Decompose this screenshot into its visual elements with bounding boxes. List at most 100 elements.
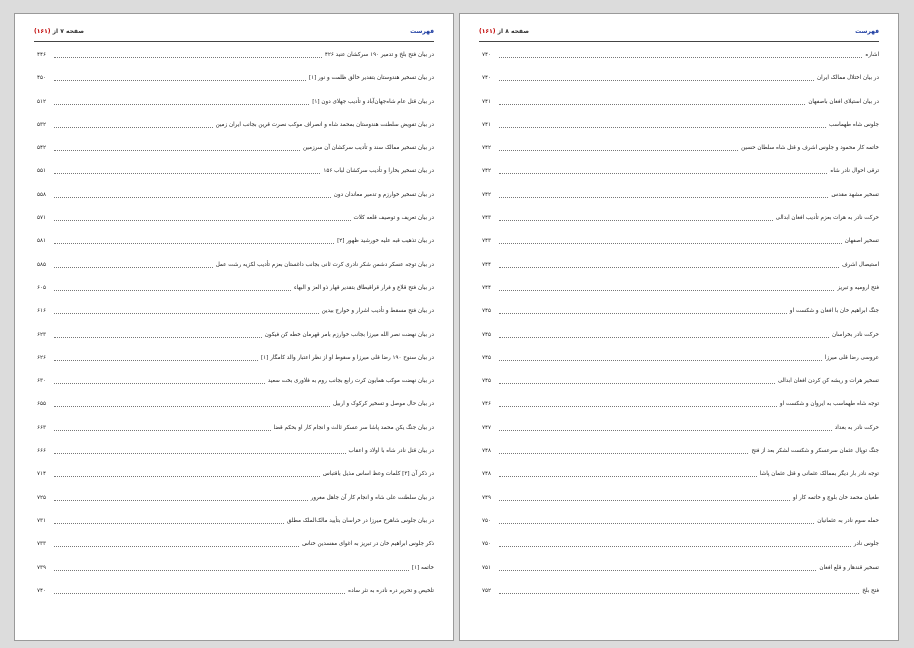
- toc-entry[interactable]: تسخیر اصفهان ۷۴۳: [482, 237, 879, 260]
- toc-entry[interactable]: در بیان جلوس شاهرخ میرزا در خراسان بتأیی…: [37, 517, 434, 540]
- toc-entry-title[interactable]: در بیان نهضت موکب همایون کرت رابع بجانب …: [268, 377, 434, 385]
- toc-entry-title[interactable]: در بیان نهضت نصر الله میرزا بجانب خوارزم…: [265, 331, 434, 339]
- toc-entry-title[interactable]: فتح بلخ: [862, 587, 879, 595]
- toc-entry[interactable]: در بیان قتل عام شاه‌جهان‌آباد و تأدیب جه…: [37, 98, 434, 121]
- toc-entry[interactable]: خاتمه [۱] ۷۳۹: [37, 564, 434, 587]
- toc-entry[interactable]: فتح بلخ ۷۵۲: [482, 587, 879, 610]
- toc-entry[interactable]: خاتمه کار محمود و جلوس اشرف و قتل شاه سل…: [482, 144, 879, 167]
- toc-entry[interactable]: استیصال اشرف ۷۴۴: [482, 261, 879, 284]
- toc-entry-title[interactable]: در بیان تسخیر هندوستان بتقدیر خالق ظلمت …: [309, 74, 434, 82]
- toc-entry[interactable]: تلخیص و تحریر دره نادره به نثر ساده ۷۴۰: [37, 587, 434, 610]
- toc-entry-title[interactable]: ترقی احوال نادر شاه: [830, 167, 879, 175]
- toc-entry[interactable]: در بیان توجه عسکر دشمن شکر نادری کرت ثان…: [37, 261, 434, 284]
- toc-entry-title[interactable]: در بیان اختلال ممالک ایران: [817, 74, 879, 82]
- toc-entry-title[interactable]: در بیان تسخیر ممالک سند و تأدیب سرکشان آ…: [303, 144, 434, 152]
- toc-entry[interactable]: ترقی احوال نادر شاه ۷۴۲: [482, 167, 879, 190]
- toc-entry[interactable]: تسخیر قندهار و قلع افغان ۷۵۱: [482, 564, 879, 587]
- toc-entry-title[interactable]: در بیان قتل عام شاه‌جهان‌آباد و تأدیب جه…: [312, 98, 434, 106]
- toc-entry-title[interactable]: در بیان تذهیب قبه علیه خورشید ظهور [۲]: [337, 237, 434, 245]
- toc-entry-title[interactable]: در بیان فتح قلاع و فرار قراقیطاق بتقدیر …: [294, 284, 434, 292]
- toc-entry[interactable]: جنگ توپال عثمان سرعسکر و شکست لشکر بعد ا…: [482, 447, 879, 470]
- toc-entry[interactable]: در بیان تسخیر ممالک سند و تأدیب سرکشان آ…: [37, 144, 434, 167]
- toc-entry[interactable]: حرکت نادر به هرات بعزم تأدیب افغان ابدال…: [482, 214, 879, 237]
- toc-entry[interactable]: در بیان قتل نادر شاه با اولاد و اعقاب ۶۶۶: [37, 447, 434, 470]
- toc-entry-page-number: ۶۵۵: [37, 401, 47, 408]
- toc-entry[interactable]: در بیان سلطنت علی شاه و انجام کار آن جاه…: [37, 494, 434, 517]
- toc-entry[interactable]: در بیان تعریف و توصیف قلعه کلات ۵۷۱: [37, 214, 434, 237]
- toc-entry-title[interactable]: در بیان فتح مسقط و تأدیب اشرار و خوارج ب…: [322, 307, 434, 315]
- toc-entry-title[interactable]: در بیان حال موصل و تسخیر کرکوک و اربیل: [333, 400, 434, 408]
- toc-entry[interactable]: حرکت نادر بخراسان ۷۴۵: [482, 331, 879, 354]
- toc-entry-title[interactable]: طغیان محمد خان بلوچ و خاتمه کار او: [793, 494, 879, 502]
- toc-entry-title[interactable]: تلخیص و تحریر دره نادره به نثر ساده: [348, 587, 434, 595]
- toc-entry[interactable]: جلوس شاه طهماسب ۷۴۱: [482, 121, 879, 144]
- toc-entry[interactable]: در بیان تفویض سلطنت هندوستان بمحمد شاه و…: [37, 121, 434, 144]
- toc-entry[interactable]: در بیان فتح قلاع و فرار قراقیطاق بتقدیر …: [37, 284, 434, 307]
- toc-entry[interactable]: در بیان حال موصل و تسخیر کرکوک و اربیل ۶۵…: [37, 400, 434, 423]
- toc-entry[interactable]: اشاره ۷۴۰: [482, 51, 879, 74]
- toc-entry-title[interactable]: عروسی رضا قلی میرزا: [825, 354, 879, 362]
- toc-entry-title[interactable]: حرکت نادر به هرات بعزم تأدیب افغان ابدال…: [776, 214, 879, 222]
- toc-entry[interactable]: در بیان تسخیر خوارزم و تدمیر معاندان دون…: [37, 191, 434, 214]
- toc-entry[interactable]: در بیان تذهیب قبه علیه خورشید ظهور [۲] ۵۸…: [37, 237, 434, 260]
- toc-entry[interactable]: عروسی رضا قلی میرزا ۷۴۵: [482, 354, 879, 377]
- toc-entry-title[interactable]: حرکت نادر بخراسان: [832, 331, 879, 339]
- toc-entry[interactable]: در بیان جنگ یکن محمد پاشا سر عسکر ثالث و…: [37, 424, 434, 447]
- toc-entry-title[interactable]: خاتمه [۱]: [412, 564, 434, 572]
- toc-entry-title[interactable]: در بیان سلطنت علی شاه و انجام کار آن جاه…: [311, 494, 434, 502]
- toc-entry[interactable]: طغیان محمد خان بلوچ و خاتمه کار او ۷۴۹: [482, 494, 879, 517]
- toc-entry[interactable]: توجه نادر بار دیگر بممالک عثمانی و قتل ع…: [482, 470, 879, 493]
- toc-entry[interactable]: در بیان فتح بلخ و تدمیر ۱۹۰ سرکشان عنید …: [37, 51, 434, 74]
- toc-entry[interactable]: فتح ارومیه و تبریز ۷۴۴: [482, 284, 879, 307]
- toc-entry-title[interactable]: در بیان استیلای افغان باصفهان: [808, 98, 879, 106]
- toc-entry-title[interactable]: در بیان توجه عسکر دشمن شکر نادری کرت ثان…: [216, 261, 434, 269]
- toc-entry[interactable]: در بیان نهضت موکب همایون کرت رابع بجانب …: [37, 377, 434, 400]
- toc-entry[interactable]: تسخیر مشهد مقدس ۷۴۲: [482, 191, 879, 214]
- toc-entry-title[interactable]: فتح ارومیه و تبریز: [837, 284, 879, 292]
- toc-entry-title[interactable]: استیصال اشرف: [842, 261, 879, 269]
- toc-entry-title[interactable]: ذکر جلوس ابراهیم خان در تبریز به اغوای م…: [302, 540, 434, 548]
- toc-entry[interactable]: حمله سوم نادر به عثمانیان ۷۵۰: [482, 517, 879, 540]
- toc-entry-title[interactable]: جنگ ابراهیم خان با افغان و شکست او: [790, 307, 879, 315]
- toc-entry-title[interactable]: اشاره: [865, 51, 879, 59]
- page-header: فهرست صفحه ۸ از (۱۶۱): [479, 28, 879, 40]
- toc-leader-dots: [499, 121, 826, 128]
- toc-entry[interactable]: تسخیر هرات و ریشه کن کردن افغان ابدالی ۷۴…: [482, 377, 879, 400]
- toc-entry-title[interactable]: جلوس نادر: [854, 540, 879, 548]
- toc-entry-title[interactable]: توجه شاه طهماسب به ایروان و شکست او: [780, 400, 879, 408]
- toc-entry-title[interactable]: در بیان تسخیر خوارزم و تدمیر معاندان دون: [334, 191, 434, 199]
- toc-entry[interactable]: حرکت نادر به بغداد ۷۴۷: [482, 424, 879, 447]
- toc-entry-title[interactable]: جنگ توپال عثمان سرعسکر و شکست لشکر بعد ا…: [751, 447, 879, 455]
- toc-entry-title[interactable]: تسخیر اصفهان: [845, 237, 879, 245]
- toc-entry[interactable]: در بیان فتح مسقط و تأدیب اشرار و خوارج ب…: [37, 307, 434, 330]
- toc-entry[interactable]: در بیان نهضت نصر الله میرزا بجانب خوارزم…: [37, 331, 434, 354]
- toc-entry[interactable]: در بیان اختلال ممالک ایران ۷۴۰: [482, 74, 879, 97]
- toc-entry[interactable]: در بیان تسخیر بخارا و تأدیب سرکشان لباب …: [37, 167, 434, 190]
- toc-entry-title[interactable]: توجه نادر بار دیگر بممالک عثمانی و قتل ع…: [760, 470, 879, 478]
- toc-entry[interactable]: در بیان تسخیر هندوستان بتقدیر خالق ظلمت …: [37, 74, 434, 97]
- toc-entry-title[interactable]: تسخیر مشهد مقدس: [831, 191, 879, 199]
- toc-entry[interactable]: ذکر جلوس ابراهیم خان در تبریز به اغوای م…: [37, 540, 434, 563]
- toc-entry[interactable]: جلوس نادر ۷۵۰: [482, 540, 879, 563]
- toc-entry-title[interactable]: در ذکر آن [۳] کلمات وعظ اساس مذیل باقتبا…: [323, 470, 434, 478]
- toc-entry-title[interactable]: حمله سوم نادر به عثمانیان: [817, 517, 879, 525]
- toc-entry-title[interactable]: حرکت نادر به بغداد: [835, 424, 879, 432]
- toc-entry-title[interactable]: در بیان فتح بلخ و تدمیر ۱۹۰ سرکشان عنید …: [325, 51, 434, 59]
- toc-entry-page-number: ۷۳۹: [37, 564, 47, 571]
- toc-entry-title[interactable]: در بیان سنوح ۱۹۰ رضا قلی میرزا و سقوط او…: [261, 354, 434, 362]
- toc-entry-title[interactable]: در بیان تفویض سلطنت هندوستان بمحمد شاه و…: [216, 121, 434, 129]
- toc-entry[interactable]: در بیان استیلای افغان باصفهان ۷۴۱: [482, 98, 879, 121]
- toc-entry-title[interactable]: در بیان جلوس شاهرخ میرزا در خراسان بتأیی…: [287, 517, 434, 525]
- toc-entry-title[interactable]: در بیان تعریف و توصیف قلعه کلات: [354, 214, 434, 222]
- toc-entry[interactable]: جنگ ابراهیم خان با افغان و شکست او ۷۴۵: [482, 307, 879, 330]
- toc-entry-title[interactable]: خاتمه کار محمود و جلوس اشرف و قتل شاه سل…: [741, 144, 879, 152]
- toc-entry[interactable]: در ذکر آن [۳] کلمات وعظ اساس مذیل باقتبا…: [37, 470, 434, 493]
- toc-entry-title[interactable]: در بیان جنگ یکن محمد پاشا سر عسکر ثالث و…: [274, 424, 435, 432]
- toc-entry-title[interactable]: تسخیر هرات و ریشه کن کردن افغان ابدالی: [778, 377, 879, 385]
- toc-entry-title[interactable]: در بیان قتل نادر شاه با اولاد و اعقاب: [349, 447, 434, 455]
- toc-entry[interactable]: توجه شاه طهماسب به ایروان و شکست او ۷۴۶: [482, 400, 879, 423]
- toc-entry-title[interactable]: جلوس شاه طهماسب: [829, 121, 879, 129]
- toc-entry-title[interactable]: تسخیر قندهار و قلع افغان: [819, 564, 879, 572]
- toc-entry-title[interactable]: در بیان تسخیر بخارا و تأدیب سرکشان لباب …: [323, 167, 434, 175]
- toc-entry[interactable]: در بیان سنوح ۱۹۰ رضا قلی میرزا و سقوط او…: [37, 354, 434, 377]
